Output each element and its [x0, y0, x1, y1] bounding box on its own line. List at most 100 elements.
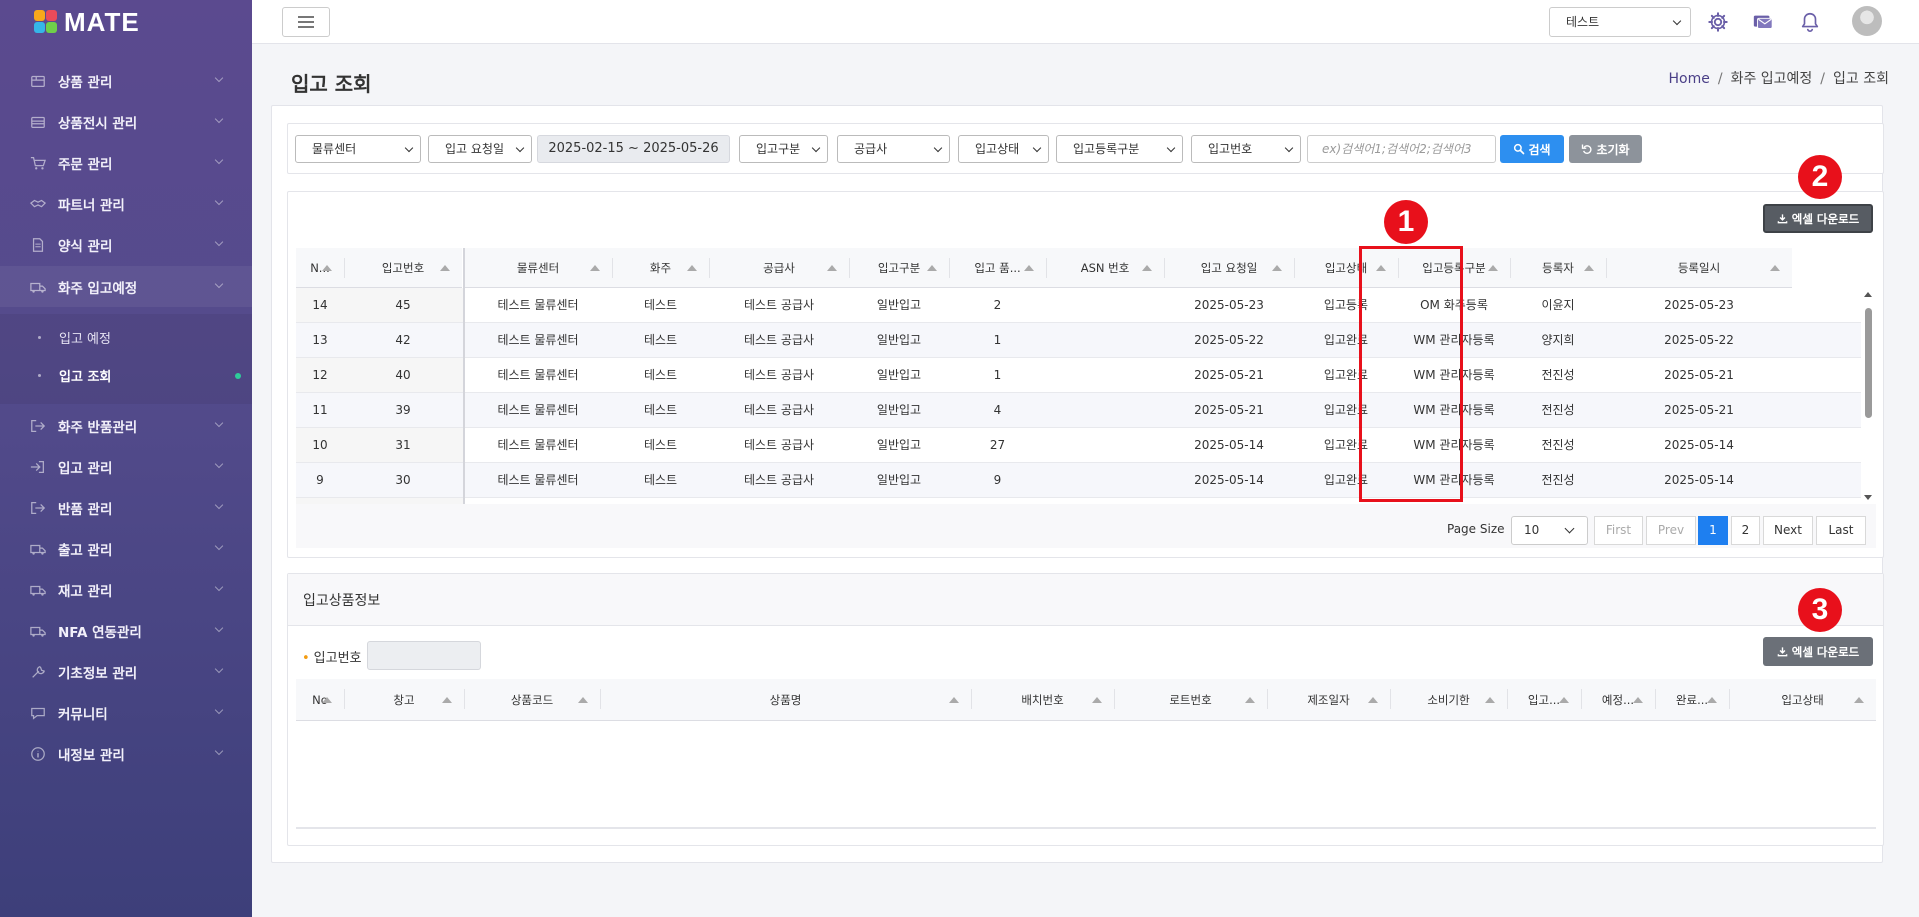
column-header-label: 소비기한 — [1427, 692, 1470, 707]
message-icon[interactable] — [1752, 11, 1774, 33]
table-row[interactable]: 9 30 테스트 물류센터 테스트 테스트 공급사 일반입고 9 2025-05-14 입고완료… — [296, 463, 1861, 498]
search-button[interactable]: 검색 — [1500, 135, 1564, 163]
table-cell: 일반입고 — [876, 403, 922, 417]
bell-icon[interactable] — [1799, 11, 1821, 33]
logo[interactable]: MATE — [32, 6, 140, 38]
inbound-type-select[interactable]: 입고구분 — [739, 135, 828, 163]
inbound-no-select[interactable]: 입고번호 — [1191, 135, 1301, 163]
column-header[interactable]: 로트번호 — [1114, 679, 1267, 721]
column-header[interactable]: 물류센터 — [464, 248, 612, 288]
sidebar-item-8[interactable]: 반품 관리 — [0, 487, 252, 528]
column-header[interactable]: 예정... — [1581, 679, 1655, 721]
breadcrumb-home[interactable]: Home — [1669, 71, 1710, 87]
sub-nav-item-0[interactable]: 입고 예정 — [38, 328, 111, 347]
sidebar-item-3[interactable]: 파트너 관리 — [0, 183, 252, 224]
table-cell: 전진성 — [1541, 403, 1575, 417]
date-range-input[interactable]: 2025-02-15 ~ 2025-05-26 — [537, 135, 730, 163]
center-select[interactable]: 물류센터 — [295, 135, 421, 163]
sidebar-item-12[interactable]: 기초정보 관리 — [0, 651, 252, 692]
page-1-button[interactable]: 1 — [1698, 516, 1728, 545]
table-cell: 2025-05-23 — [1194, 298, 1264, 312]
sidebar-item-7[interactable]: 입고 관리 — [0, 446, 252, 487]
column-header[interactable]: 입고구분 — [849, 248, 949, 288]
grid-scrollbar[interactable] — [1861, 288, 1875, 504]
company-select[interactable]: 테스트 — [1549, 7, 1691, 37]
prev-page-button[interactable]: Prev — [1646, 516, 1696, 545]
table-row[interactable]: 12 40 테스트 물류센터 테스트 테스트 공급사 일반입고 1 2025-05-21 입고완… — [296, 358, 1861, 393]
column-header[interactable]: 상품코드 — [464, 679, 600, 721]
sidebar-item-10[interactable]: 재고 관리 — [0, 569, 252, 610]
column-header[interactable]: 상품명 — [600, 679, 971, 721]
column-header[interactable]: 화주 — [612, 248, 709, 288]
sidebar-item-5[interactable]: 화주 입고예정 — [0, 266, 252, 307]
table-row[interactable]: 10 31 테스트 물류센터 테스트 테스트 공급사 일반입고 27 2025-05-14 입고… — [296, 428, 1861, 463]
page-size-label: Page Size — [1447, 522, 1505, 536]
column-header[interactable]: ASN 번호 — [1046, 248, 1164, 288]
excel-download-button-2[interactable]: 엑셀 다운로드 — [1763, 637, 1873, 666]
column-header-label: ASN 번호 — [1080, 260, 1130, 275]
column-header[interactable]: 창고 — [344, 679, 464, 721]
table-cell: 테스트 공급사 — [743, 403, 815, 417]
table-cell: 1 — [993, 333, 1002, 347]
excel-download-button[interactable]: 엑셀 다운로드 — [1763, 204, 1873, 233]
sidebar-item-1[interactable]: 상품전시 관리 — [0, 101, 252, 142]
breadcrumb-item[interactable]: 화주 입고예정 — [1731, 71, 1813, 87]
column-header[interactable]: 공급사 — [709, 248, 849, 288]
column-header[interactable]: 입고 품... — [949, 248, 1046, 288]
sidebar-item-6[interactable]: 화주 반품관리 — [0, 405, 252, 446]
table-cell: 45 — [395, 298, 411, 312]
table-row[interactable]: 13 42 테스트 물류센터 테스트 테스트 공급사 일반입고 1 2025-05-22 입고완… — [296, 323, 1861, 358]
table-cell: 14 — [312, 298, 328, 312]
sidebar-item-14[interactable]: 내정보 관리 — [0, 733, 252, 774]
table-cell — [1046, 358, 1164, 393]
column-header[interactable]: 완료... — [1655, 679, 1729, 721]
column-header[interactable]: 등록일시 — [1606, 248, 1792, 288]
first-page-button[interactable]: First — [1594, 516, 1643, 545]
inbound-no-input[interactable] — [367, 641, 481, 670]
table-cell: 테스트 공급사 — [743, 333, 815, 347]
table-row[interactable]: 14 45 테스트 물류센터 테스트 테스트 공급사 일반입고 2 2025-05-23 입고등… — [296, 288, 1861, 323]
table-cell: 테스트 공급사 — [743, 438, 815, 452]
reset-button[interactable]: 초기화 — [1569, 135, 1642, 163]
page-title: 입고 조회 — [291, 72, 372, 96]
column-header[interactable]: N... — [296, 248, 344, 288]
column-header[interactable]: 배치번호 — [971, 679, 1114, 721]
sidebar-item-11[interactable]: NFA 연동관리 — [0, 610, 252, 651]
last-page-button[interactable]: Last — [1816, 516, 1866, 545]
column-header[interactable]: 소비기한 — [1390, 679, 1507, 721]
column-header[interactable]: 입고번호 — [344, 248, 462, 288]
avatar[interactable] — [1852, 6, 1882, 36]
panel-title: 입고상품정보 — [303, 593, 381, 609]
column-header[interactable]: 입고 요청일 — [1164, 248, 1294, 288]
sidebar-item-13[interactable]: 커뮤니티 — [0, 692, 252, 733]
status-select[interactable]: 입고상태 — [958, 135, 1049, 163]
sort-icon — [1092, 697, 1102, 703]
menu-toggle-button[interactable] — [282, 7, 330, 37]
sub-nav-item-1[interactable]: 입고 조회 — [38, 366, 111, 385]
gear-icon[interactable] — [1707, 11, 1729, 33]
column-header[interactable]: 제조일자 — [1267, 679, 1390, 721]
next-page-button[interactable]: Next — [1763, 516, 1813, 545]
sidebar-item-4[interactable]: 양식 관리 — [0, 224, 252, 265]
column-header[interactable]: 입고상태 — [1729, 679, 1876, 721]
page-2-button[interactable]: 2 — [1731, 516, 1760, 545]
sidebar-item-9[interactable]: 출고 관리 — [0, 528, 252, 569]
supplier-select[interactable]: 공급사 — [837, 135, 950, 163]
column-header[interactable]: 등록자 — [1510, 248, 1606, 288]
sort-icon — [1368, 697, 1378, 703]
reg-type-select[interactable]: 입고등록구분 — [1056, 135, 1183, 163]
table-cell: 10 — [312, 438, 328, 452]
sidebar-item-0[interactable]: 상품 관리 — [0, 60, 252, 101]
table-row[interactable]: 11 39 테스트 물류센터 테스트 테스트 공급사 일반입고 4 2025-05-21 입고완… — [296, 393, 1861, 428]
column-header[interactable]: 입고... — [1507, 679, 1581, 721]
page-size-select[interactable]: 10 — [1511, 516, 1588, 545]
date-type-select[interactable]: 입고 요청일 — [428, 135, 532, 163]
inbound-grid: N... 입고번호 물류센터 화주 공급사 입고구분 입고 품... ASN 번호 입고 요청일… — [296, 248, 1876, 504]
keyword-input[interactable]: ex)검색어1;검색어2;검색어3 — [1307, 135, 1496, 163]
sort-icon — [927, 265, 937, 271]
column-header[interactable]: No — [296, 679, 344, 721]
chevron-down-icon — [214, 459, 224, 469]
table-cell: 테스트 — [643, 298, 678, 312]
sidebar-item-2[interactable]: 주문 관리 — [0, 142, 252, 183]
document-icon — [28, 237, 48, 253]
